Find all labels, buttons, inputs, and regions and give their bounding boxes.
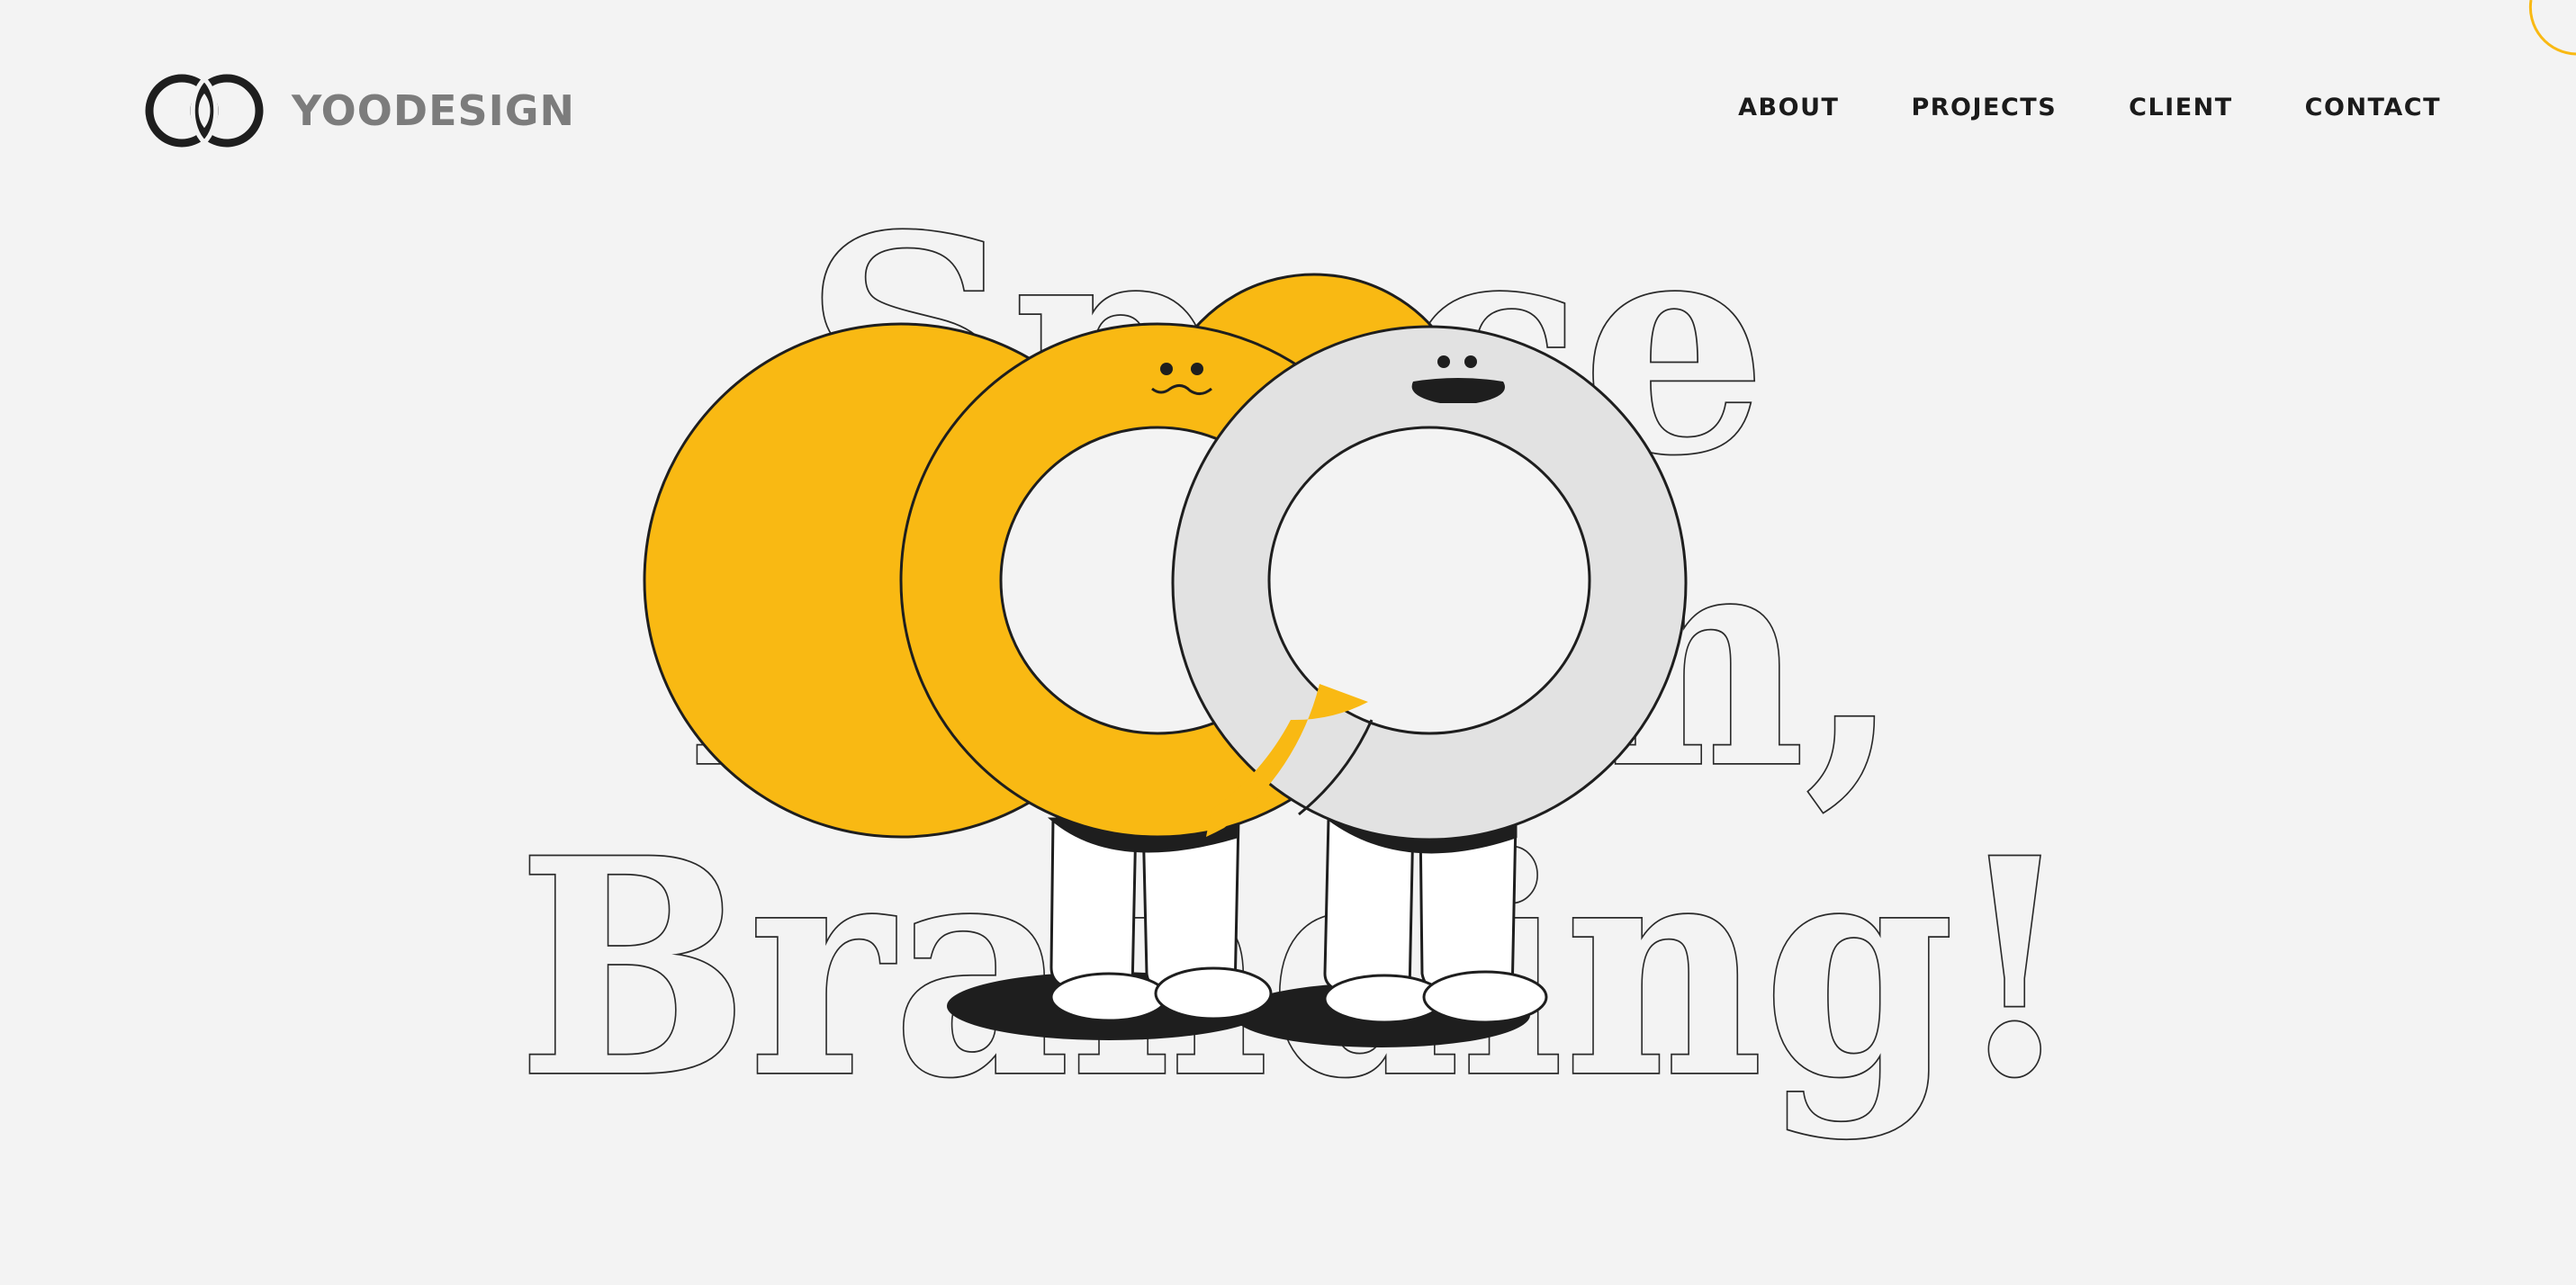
gray-ring-hole — [1267, 426, 1591, 735]
gray-mascot-legs — [1323, 817, 1548, 1024]
yellow-mascot-legs — [1047, 817, 1273, 1022]
two-ring-mascots-illustration — [643, 273, 1688, 1047]
